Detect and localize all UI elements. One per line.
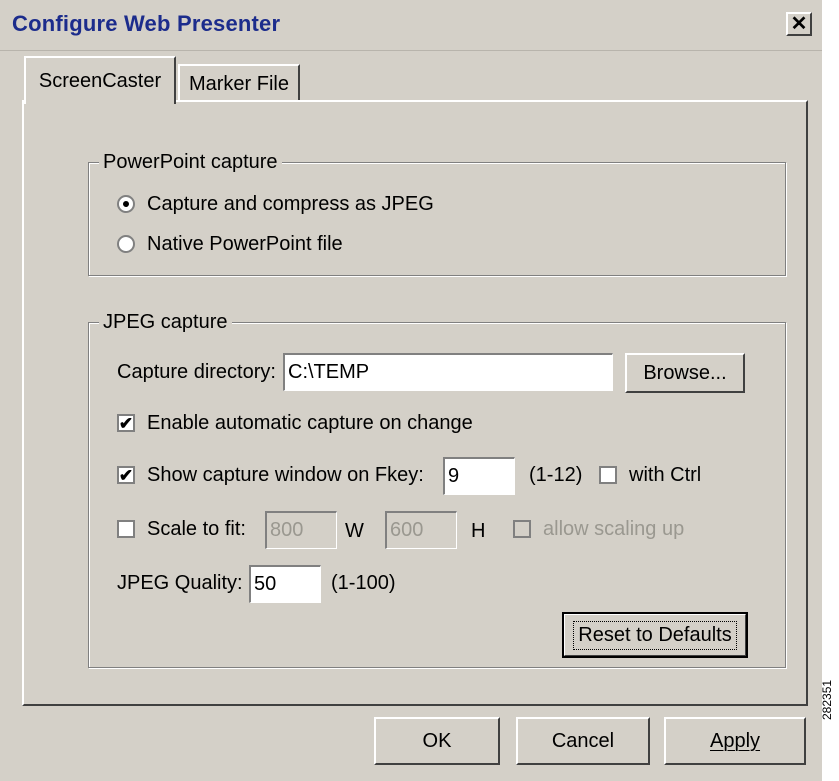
apply-button[interactable]: Apply <box>664 717 806 765</box>
radio-capture-jpeg[interactable] <box>117 195 135 213</box>
jpeg-capture-group: JPEG capture Capture directory: C:\TEMP … <box>88 311 786 668</box>
checkmark-icon: ✔ <box>118 413 134 433</box>
scale-to-fit-checkbox[interactable] <box>117 520 135 538</box>
fkey-input[interactable]: 9 <box>443 457 515 495</box>
figure-id-label: 282351 <box>820 679 834 720</box>
dialog-window: Configure Web Presenter ✕ ScreenCaster M… <box>0 0 822 781</box>
tab-panel: PowerPoint capture Capture and compress … <box>22 100 808 706</box>
fkey-label[interactable]: Show capture window on Fkey: <box>147 463 424 487</box>
cancel-button[interactable]: Cancel <box>516 717 650 765</box>
with-ctrl-label[interactable]: with Ctrl <box>629 463 701 487</box>
radio-dot-icon <box>123 201 129 207</box>
scale-to-fit-label[interactable]: Scale to fit: <box>147 517 246 541</box>
radio-native-ppt[interactable] <box>117 235 135 253</box>
scale-width-input[interactable]: 800 <box>265 511 337 549</box>
apply-button-label: Apply <box>709 729 761 752</box>
fkey-checkbox[interactable]: ✔ <box>117 466 135 484</box>
ok-button[interactable]: OK <box>374 717 500 765</box>
auto-capture-label[interactable]: Enable automatic capture on change <box>147 411 473 435</box>
capture-directory-label: Capture directory: <box>117 361 276 383</box>
title-bar: Configure Web Presenter ✕ <box>0 0 822 51</box>
tab-marker-file-label: Marker File <box>188 72 289 95</box>
reset-to-defaults-button[interactable]: Reset to Defaults <box>562 612 748 658</box>
close-button[interactable]: ✕ <box>786 12 812 36</box>
capture-directory-input[interactable]: C:\TEMP <box>283 353 613 391</box>
checkmark-icon: ✔ <box>118 465 134 485</box>
allow-scaling-up-checkbox[interactable] <box>513 520 531 538</box>
scale-width-unit: W <box>345 520 364 542</box>
jpeg-quality-range-label: (1-100) <box>331 572 396 594</box>
jpeg-quality-input[interactable]: 50 <box>249 565 321 603</box>
reset-to-defaults-label: Reset to Defaults <box>573 620 737 650</box>
close-icon: ✕ <box>790 13 808 35</box>
powerpoint-capture-group: PowerPoint capture Capture and compress … <box>88 151 786 276</box>
ok-button-label: OK <box>422 729 452 752</box>
window-title: Configure Web Presenter <box>12 11 281 36</box>
allow-scaling-up-label[interactable]: allow scaling up <box>543 517 684 541</box>
tab-screencaster-label: ScreenCaster <box>38 69 162 92</box>
radio-native-ppt-label[interactable]: Native PowerPoint file <box>147 232 343 256</box>
radio-capture-jpeg-label[interactable]: Capture and compress as JPEG <box>147 192 434 216</box>
browse-button[interactable]: Browse... <box>625 353 745 393</box>
jpeg-quality-label: JPEG Quality: <box>117 572 243 594</box>
scale-height-unit: H <box>471 520 486 542</box>
powerpoint-capture-title: PowerPoint capture <box>99 151 282 173</box>
jpeg-capture-title: JPEG capture <box>99 311 232 333</box>
fkey-range-label: (1-12) <box>529 464 583 486</box>
auto-capture-checkbox[interactable]: ✔ <box>117 414 135 432</box>
with-ctrl-checkbox[interactable] <box>599 466 617 484</box>
tab-marker-file[interactable]: Marker File <box>178 64 300 102</box>
browse-button-label: Browse... <box>643 361 727 384</box>
cancel-button-label: Cancel <box>551 729 615 752</box>
scale-height-input[interactable]: 600 <box>385 511 457 549</box>
tab-screencaster[interactable]: ScreenCaster <box>24 56 176 104</box>
